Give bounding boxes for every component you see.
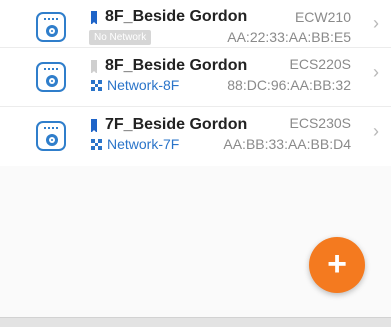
no-network-badge: No Network <box>89 30 152 45</box>
device-row[interactable]: 7F_Beside Gordon ECS230S Network-7F AA:B… <box>0 107 391 166</box>
status-flag-icon <box>91 60 97 74</box>
chevron-right-icon: › <box>373 121 379 141</box>
device-name: 8F_Beside Gordon <box>105 8 248 25</box>
status-flag-icon <box>91 119 97 133</box>
device-name: 8F_Beside Gordon <box>105 57 248 74</box>
device-model: ECS220S <box>289 56 351 72</box>
device-model: ECS230S <box>289 115 351 131</box>
network-name: Network-8F <box>107 77 180 93</box>
device-row[interactable]: 8F_Beside Gordon ECW210 No Network AA:22… <box>0 0 391 48</box>
bottom-bar <box>0 317 391 327</box>
device-mac: AA:BB:33:AA:BB:D4 <box>223 136 351 152</box>
camera-device-icon <box>36 12 66 42</box>
chevron-right-icon: › <box>373 13 379 33</box>
device-row[interactable]: 8F_Beside Gordon ECS220S Network-8F 88:D… <box>0 48 391 107</box>
device-mac: 88:DC:96:AA:BB:32 <box>227 77 351 93</box>
camera-device-icon <box>36 62 66 92</box>
device-network: Network-7F <box>91 136 179 152</box>
device-list: 8F_Beside Gordon ECW210 No Network AA:22… <box>0 0 391 166</box>
network-icon <box>91 79 102 91</box>
device-name: 7F_Beside Gordon <box>105 116 248 133</box>
device-model: ECW210 <box>294 9 351 25</box>
network-name: Network-7F <box>107 136 180 152</box>
camera-device-icon <box>36 121 66 151</box>
network-icon <box>91 138 102 150</box>
add-device-button[interactable]: + <box>309 237 365 293</box>
device-list-screen: 8F_Beside Gordon ECW210 No Network AA:22… <box>0 0 391 327</box>
chevron-right-icon: › <box>373 62 379 82</box>
device-network: Network-8F <box>91 77 179 93</box>
device-mac: AA:22:33:AA:BB:E5 <box>227 29 351 45</box>
status-flag-icon <box>91 11 97 25</box>
